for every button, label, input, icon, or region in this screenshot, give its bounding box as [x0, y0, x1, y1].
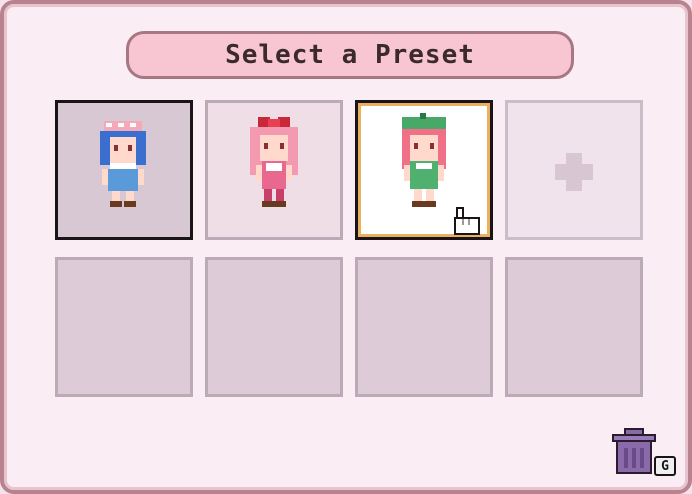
preset-dialog: Select a Preset G: [0, 0, 692, 494]
preset-slot-1[interactable]: [55, 100, 193, 240]
dialog-title: Select a Preset: [225, 40, 475, 70]
character-pink-bow-icon: [250, 117, 298, 207]
preset-slot-8[interactable]: [505, 257, 643, 397]
key-hint-label: G: [661, 458, 669, 474]
preset-slot-3[interactable]: [355, 100, 493, 240]
key-hint-badge: G: [654, 456, 676, 476]
preset-slot-5[interactable]: [55, 257, 193, 397]
plus-icon: [555, 153, 593, 191]
add-preset-slot[interactable]: [505, 100, 643, 240]
preset-slot-2[interactable]: [205, 100, 343, 240]
preset-slot-7[interactable]: [355, 257, 493, 397]
hand-cursor-icon: [454, 207, 480, 235]
delete-preset-button[interactable]: G: [610, 428, 680, 480]
character-green-beret-icon: [402, 113, 480, 235]
dialog-title-bar: Select a Preset: [126, 31, 574, 79]
character-blue-hair-icon: [100, 121, 146, 207]
preset-slot-6[interactable]: [205, 257, 343, 397]
